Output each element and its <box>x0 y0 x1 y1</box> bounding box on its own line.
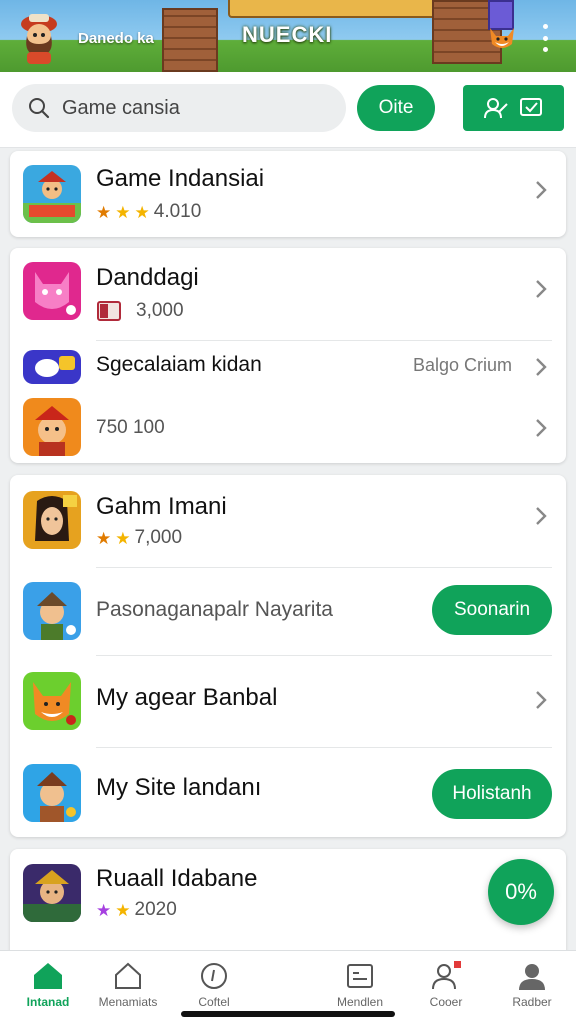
search-input[interactable] <box>62 96 312 120</box>
game-title: Danddagi <box>96 264 199 291</box>
count-value: 3,000 <box>136 300 184 321</box>
game-title: Ruaall Idabane <box>96 865 258 892</box>
game-indansiai-app-icon <box>23 165 81 223</box>
chevron-right-icon <box>536 419 547 437</box>
soonarin-button[interactable]: Soonarin <box>432 585 552 635</box>
list-item[interactable]: Ruaall Idabane ★ ★ 2020 <box>10 849 566 949</box>
score-value: 750 100 <box>96 417 165 438</box>
person-icon <box>519 964 545 990</box>
rating-value: 4.010 <box>153 201 202 222</box>
star-icon: ★ <box>96 202 112 222</box>
star-icon: ★ <box>115 528 131 548</box>
fox-mascot-icon <box>490 28 514 48</box>
rating: ★ ★ ★ 4.010 <box>96 201 201 223</box>
banner-sign-art <box>228 0 438 18</box>
chevron-right-icon <box>536 507 547 525</box>
app-title: My agear Banbal <box>96 684 278 711</box>
search-field-container[interactable] <box>12 84 346 132</box>
chevron-right-icon <box>536 181 547 199</box>
search-bar: Oite <box>0 72 576 148</box>
app-title: My Site landanı <box>96 774 262 801</box>
nav-item-radber[interactable]: Radber <box>484 961 576 1009</box>
list-item[interactable]: Sgecalaiam kidan Balgo Crium <box>10 341 566 393</box>
sgecalaiam-app-icon <box>23 350 81 384</box>
danddagi-app-icon <box>23 262 81 320</box>
nav-label: Cooer <box>429 995 463 1009</box>
banner-castle-art <box>162 8 218 72</box>
list-item[interactable]: Pasonaganapalr Nayarita Soonarin <box>10 568 566 655</box>
window-icon <box>347 964 373 988</box>
banner-title: NUECKI <box>242 22 333 47</box>
list-item[interactable]: My agear Banbal <box>10 656 566 747</box>
username-label: Danedo ka <box>78 30 154 47</box>
profile-icon <box>432 961 461 990</box>
ruaall-idabane-app-icon <box>23 864 81 922</box>
list-item[interactable]: Game Indansiai ★ ★ ★ 4.010 <box>10 151 566 237</box>
holistanh-button[interactable]: Holistanh <box>432 769 552 819</box>
nav-item-menamiats[interactable]: Menamiats <box>80 961 176 1009</box>
score-meta: 750 100 <box>96 417 165 439</box>
badge-icon <box>519 98 542 116</box>
rating: ★ ★ 7,000 <box>96 527 182 549</box>
game-card: Danddagi 3,000 Sgecalaiam kidan Balgo Cr… <box>10 248 566 463</box>
my-agear-banbal-app-icon <box>23 672 81 730</box>
user-avatar[interactable] <box>14 10 64 66</box>
my-site-landani-app-icon <box>23 764 81 822</box>
list-item[interactable]: 750 100 <box>10 393 566 463</box>
star-icon: ★ <box>115 202 131 222</box>
nav-item-cooer[interactable]: Cooer <box>398 961 494 1009</box>
game-card: Gahm Imani ★ ★ 7,000 Pasonaganapalr Naya… <box>10 475 566 837</box>
developer-label: Balgo Crium <box>412 355 512 375</box>
star-icon: ★ <box>96 528 112 548</box>
house-outline-icon <box>115 962 141 989</box>
chevron-right-icon <box>536 358 547 376</box>
home-icon <box>34 963 62 989</box>
rating: ★ ★ 2020 <box>96 899 177 921</box>
nav-label: Mendlen <box>336 995 384 1009</box>
more-options-icon[interactable] <box>538 24 552 52</box>
download-count: 3,000 <box>96 300 184 322</box>
game-title: Gahm Imani <box>96 493 227 520</box>
app-title: Pasonaganapalr Nayarita <box>96 598 333 621</box>
add-friend-icon <box>483 98 508 119</box>
app-title: Sgecalaiam kidan <box>96 353 262 376</box>
nav-label: Coftel <box>198 995 230 1009</box>
progress-fab-button[interactable]: 0% <box>488 859 554 925</box>
warrior-app-icon <box>23 398 81 456</box>
search-icon <box>29 98 50 119</box>
nav-label: Radber <box>512 995 552 1009</box>
nav-label: Menamiats <box>98 995 158 1009</box>
chevron-right-icon <box>536 691 547 709</box>
list-item[interactable]: My Site landanı Holistanh <box>10 748 566 837</box>
star-icon: ★ <box>134 202 150 222</box>
game-title: Game Indansiai <box>96 165 265 192</box>
list-item[interactable]: Gahm Imani ★ ★ 7,000 <box>10 475 566 567</box>
nav-item-coftel[interactable]: Coftel <box>166 961 262 1009</box>
game-card: Ruaall Idabane ★ ★ 2020 <box>10 849 566 959</box>
star-icon: ★ <box>96 900 112 920</box>
pasonaganapalr-app-icon <box>23 582 81 640</box>
star-icon: ★ <box>115 900 131 920</box>
nav-item-mendlen[interactable]: Mendlen <box>312 961 408 1009</box>
home-indicator[interactable] <box>181 1011 395 1017</box>
circle-icon <box>201 963 227 989</box>
header-banner: Danedo ka NUECKI <box>0 0 576 72</box>
gahm-imani-app-icon <box>23 491 81 549</box>
list-item[interactable]: Danddagi 3,000 <box>10 248 566 340</box>
friends-button[interactable] <box>463 85 564 131</box>
chevron-right-icon <box>536 280 547 298</box>
search-submit-button[interactable]: Oite <box>357 85 435 131</box>
rating-value: 7,000 <box>134 527 183 548</box>
game-card: Game Indansiai ★ ★ ★ 4.010 <box>10 151 566 237</box>
book-icon <box>97 301 121 321</box>
rating-value: 2020 <box>134 899 177 920</box>
